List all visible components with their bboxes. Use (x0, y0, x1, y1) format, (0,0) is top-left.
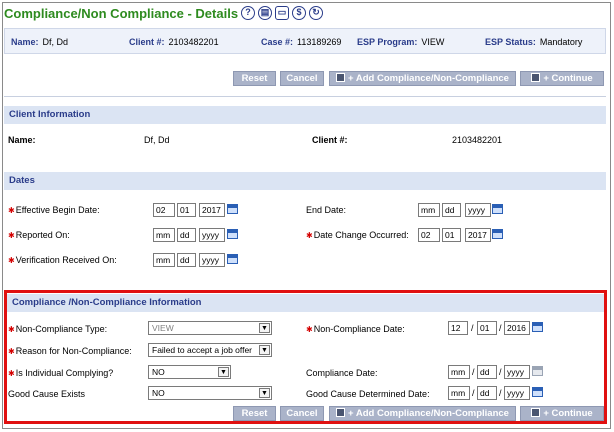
calendar-icon[interactable] (227, 229, 238, 239)
case-value: 113189269 (297, 37, 342, 47)
end-date-day[interactable]: dd (442, 203, 461, 217)
calendar-icon[interactable] (227, 254, 238, 264)
folder-icon[interactable]: ▭ (275, 6, 290, 20)
effective-begin-day[interactable]: 01 (177, 203, 196, 217)
date-change-day[interactable]: 01 (442, 228, 461, 242)
date-change-occurred-label: ✱Date Change Occurred: (306, 230, 409, 240)
effective-begin-year[interactable]: 2017 (199, 203, 225, 217)
client-label: Client #: (129, 37, 165, 47)
reported-on-day[interactable]: dd (177, 228, 196, 242)
date-change-occurred-text: Date Change Occurred: (313, 230, 409, 240)
help-icon[interactable]: ? (241, 6, 256, 20)
document-icon[interactable]: ▤ (258, 6, 273, 20)
highlight-frame (4, 290, 607, 424)
save-icon (336, 73, 346, 82)
verification-year[interactable]: yyyy (199, 253, 225, 267)
title-row: Compliance/Non Compliance - Details ? ▤ … (4, 4, 324, 22)
continue-label: + Continue (543, 73, 593, 84)
effective-begin-date-text: Effective Begin Date: (15, 205, 100, 215)
reported-on-text: Reported On: (15, 230, 70, 240)
name-value: Df, Dd (42, 37, 69, 47)
reported-on-month[interactable]: mm (153, 228, 175, 242)
reported-on-year[interactable]: yyyy (199, 228, 225, 242)
continue-button-top[interactable]: + Continue (520, 71, 604, 86)
add-compliance-label: + Add Compliance/Non-Compliance (348, 73, 509, 84)
verification-received-text: Verification Received On: (15, 255, 117, 265)
save-icon (531, 73, 541, 82)
case-label: Case #: (261, 37, 294, 47)
calendar-icon[interactable] (492, 229, 503, 239)
end-date-year[interactable]: yyyy (465, 203, 491, 217)
dates-header: Dates (4, 172, 606, 190)
reported-on-label: ✱Reported On: (8, 230, 70, 240)
refresh-icon[interactable]: ↻ (309, 6, 324, 20)
add-compliance-button-top[interactable]: + Add Compliance/Non-Compliance (329, 71, 516, 86)
effective-begin-date-label: ✱Effective Begin Date: (8, 205, 100, 215)
cancel-button-top[interactable]: Cancel (280, 71, 324, 86)
history-icon[interactable]: $ (292, 6, 307, 20)
client-number-value: 2103482201 (452, 135, 503, 145)
end-date-month[interactable]: mm (418, 203, 440, 217)
effective-begin-month[interactable]: 02 (153, 203, 175, 217)
client-name-label: Name: (8, 135, 36, 145)
esp-program-label: ESP Program: (357, 37, 418, 47)
case-info-bar: Name: Df, Dd Client #: 2103482201 Case #: 1… (4, 28, 606, 54)
date-change-month[interactable]: 02 (418, 228, 440, 242)
verification-month[interactable]: mm (153, 253, 175, 267)
name-label: Name: (11, 37, 39, 47)
esp-status-label: ESP Status: (485, 37, 536, 47)
esp-status-value: Mandatory (539, 37, 583, 47)
date-change-year[interactable]: 2017 (465, 228, 491, 242)
client-number-label: Client #: (312, 135, 348, 145)
reset-button-top[interactable]: Reset (233, 71, 276, 86)
divider (4, 96, 606, 97)
client-information-header: Client Information (4, 106, 606, 124)
calendar-icon[interactable] (227, 204, 238, 214)
calendar-icon[interactable] (492, 204, 503, 214)
client-name-value: Df, Dd (144, 135, 170, 145)
end-date-label: End Date: (306, 205, 347, 215)
verification-day[interactable]: dd (177, 253, 196, 267)
client-value: 2103482201 (168, 37, 219, 47)
page-title: Compliance/Non Compliance - Details (4, 5, 239, 21)
esp-program-value: VIEW (421, 37, 445, 47)
verification-received-label: ✱Verification Received On: (8, 255, 117, 265)
